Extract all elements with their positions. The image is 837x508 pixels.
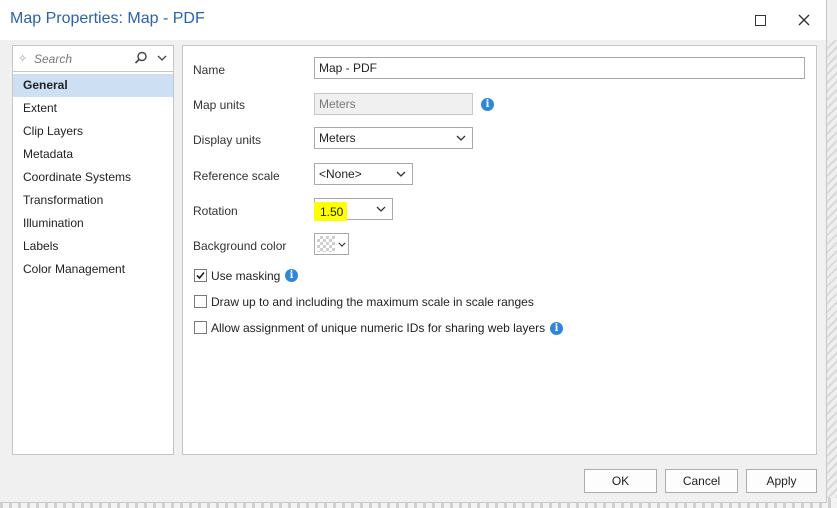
- transparent-swatch-icon: [317, 236, 335, 252]
- nav-item-general[interactable]: General: [13, 74, 173, 97]
- search-icon[interactable]: [134, 51, 148, 65]
- draw-up-to-label: Draw up to and including the maximum sca…: [211, 295, 534, 309]
- nav-item-metadata[interactable]: Metadata: [13, 143, 173, 166]
- reference-scale-value: <None>: [319, 167, 362, 181]
- general-panel: Name Map - PDF Map units Meters i Displa…: [182, 45, 817, 455]
- title-bar: Map Properties: Map - PDF: [0, 0, 826, 40]
- nav-item-extent[interactable]: Extent: [13, 97, 173, 120]
- nav-item-illumination[interactable]: Illumination: [13, 212, 173, 235]
- search-input[interactable]: Search: [34, 52, 124, 66]
- close-button[interactable]: [792, 8, 816, 32]
- background-color-picker[interactable]: [314, 233, 349, 255]
- nav-item-color-management[interactable]: Color Management: [13, 258, 173, 281]
- map-backdrop: [826, 40, 837, 508]
- nav-item-labels[interactable]: Labels: [13, 235, 173, 258]
- reference-scale-label: Reference scale: [193, 169, 280, 183]
- use-masking-checkbox[interactable]: [194, 269, 207, 282]
- nav-item-transformation[interactable]: Transformation: [13, 189, 173, 212]
- name-label: Name: [193, 63, 226, 77]
- reference-scale-dropdown[interactable]: <None>: [314, 163, 413, 185]
- checkmark-icon: [196, 271, 205, 280]
- cancel-button[interactable]: Cancel: [665, 469, 738, 493]
- map-properties-dialog: Map Properties: Map - PDF ✧ Search Gener…: [0, 0, 827, 503]
- chevron-down-icon: [396, 171, 406, 177]
- rotation-value[interactable]: 1.50: [320, 205, 343, 219]
- dialog-title: Map Properties: Map - PDF: [10, 10, 205, 27]
- display-units-label: Display units: [193, 133, 262, 147]
- maximize-button[interactable]: [748, 8, 772, 32]
- draw-up-to-checkbox[interactable]: [194, 295, 207, 308]
- ok-button[interactable]: OK: [584, 469, 657, 493]
- apply-button[interactable]: Apply: [746, 469, 817, 493]
- chevron-down-icon: [376, 206, 386, 212]
- display-units-dropdown[interactable]: Meters: [314, 127, 473, 149]
- chevron-down-icon: [456, 135, 466, 141]
- nav-list: General Extent Clip Layers Metadata Coor…: [13, 74, 173, 281]
- chevron-down-icon[interactable]: [156, 52, 168, 64]
- background-color-label: Background color: [193, 239, 287, 253]
- nav-item-clip-layers[interactable]: Clip Layers: [13, 120, 173, 143]
- map-units-label: Map units: [193, 98, 246, 112]
- maximize-icon: [754, 14, 766, 26]
- search-box[interactable]: ✧ Search: [13, 46, 173, 72]
- display-units-value: Meters: [319, 131, 356, 145]
- chevron-down-icon: [338, 242, 346, 247]
- sparkle-icon: ✧: [18, 53, 28, 65]
- info-icon[interactable]: i: [481, 98, 494, 111]
- nav-pane: ✧ Search General Extent Clip Layers Meta…: [12, 45, 174, 455]
- close-icon: [798, 14, 810, 26]
- allow-ids-label: Allow assignment of unique numeric IDs f…: [211, 321, 546, 335]
- use-masking-label: Use masking: [211, 269, 281, 283]
- map-units-field: Meters: [314, 93, 473, 115]
- allow-ids-checkbox[interactable]: [194, 321, 207, 334]
- nav-item-coordinate-systems[interactable]: Coordinate Systems: [13, 166, 173, 189]
- name-field[interactable]: Map - PDF: [314, 57, 805, 79]
- info-icon[interactable]: i: [550, 322, 563, 335]
- rotation-label: Rotation: [193, 204, 238, 218]
- info-icon[interactable]: i: [285, 269, 298, 282]
